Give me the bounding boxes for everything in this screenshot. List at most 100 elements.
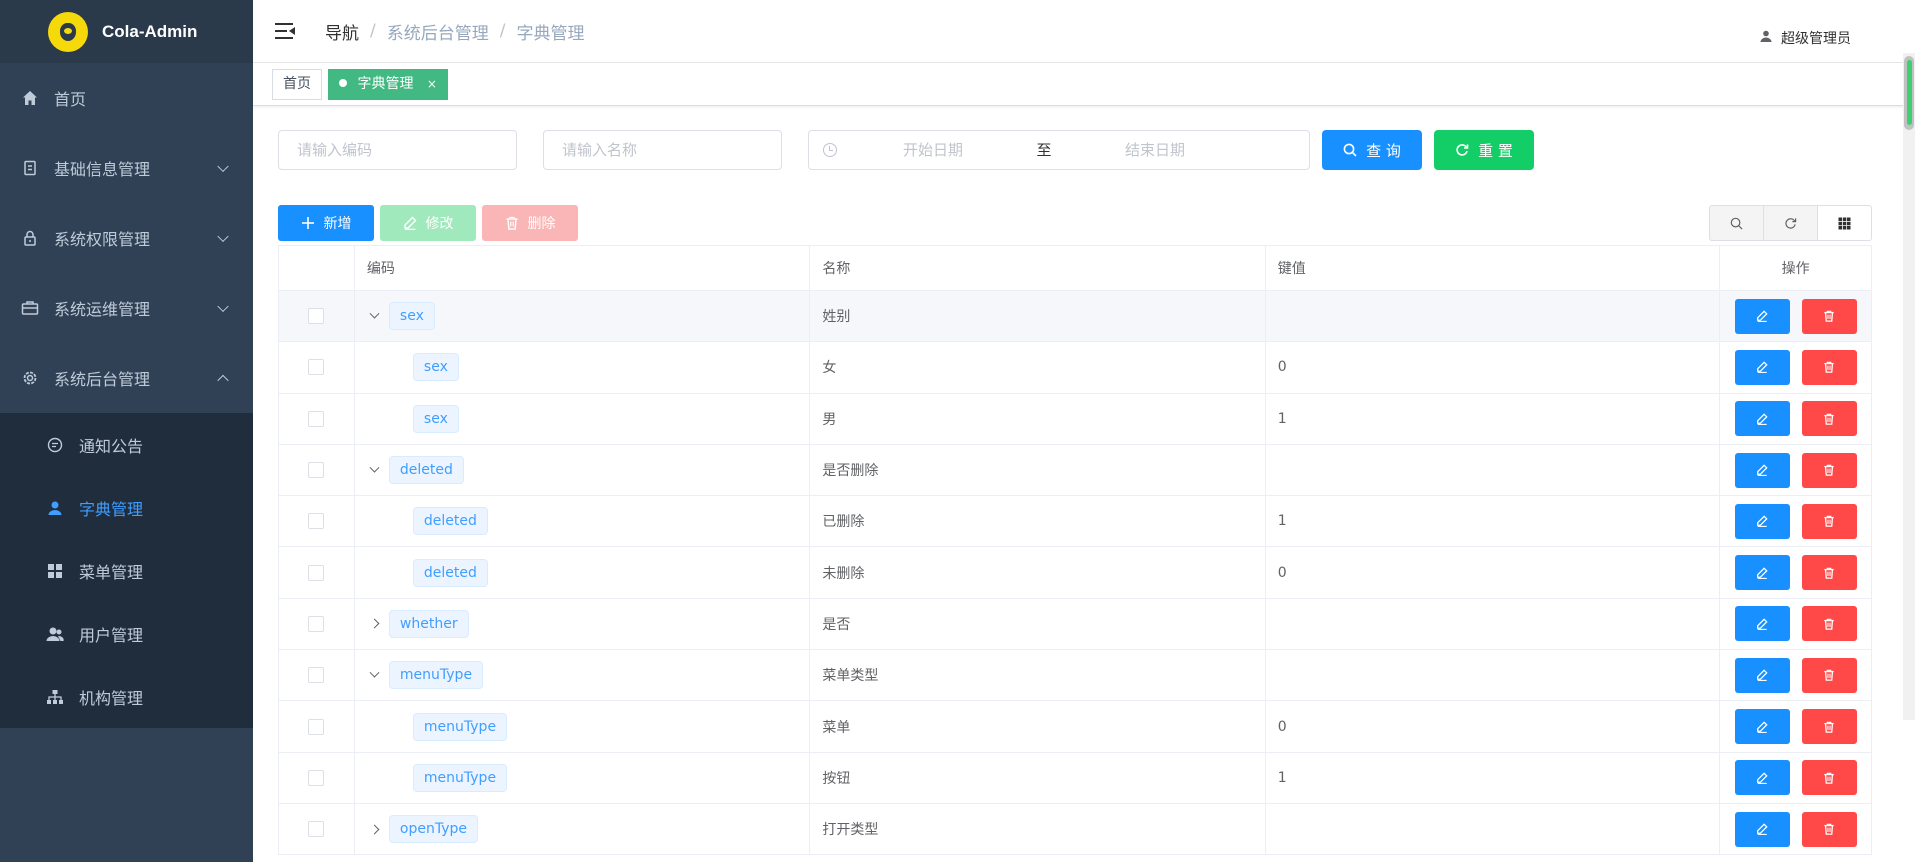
tag-home[interactable]: 首页	[272, 68, 322, 100]
row-checkbox[interactable]	[308, 564, 325, 581]
grid-icon	[1838, 217, 1851, 230]
row-delete-button[interactable]	[1801, 503, 1857, 539]
trash-icon	[1823, 618, 1835, 630]
sidebar-item-home[interactable]: 首页	[0, 63, 253, 133]
ops-cell	[1720, 394, 1871, 444]
code-input[interactable]: 请输入编码	[278, 130, 517, 170]
add-button[interactable]: 新增	[278, 205, 374, 241]
main-area: 导航 / 系统后台管理 / 字典管理 超级管理员 首页 字典管理 × 请输入编码…	[253, 0, 1915, 862]
sidebar-item-permission[interactable]: 系统权限管理	[0, 203, 253, 273]
trash-icon	[1823, 464, 1835, 476]
row-checkbox[interactable]	[308, 615, 325, 632]
sidebar-item-backend[interactable]: 系统后台管理	[0, 343, 253, 413]
query-label: 查 询	[1366, 141, 1401, 160]
close-icon[interactable]: ×	[427, 77, 437, 91]
edit-icon	[1756, 823, 1768, 836]
edit-icon	[1756, 720, 1768, 733]
code-cell: sex	[355, 393, 811, 444]
scrollbar[interactable]	[1903, 53, 1915, 720]
row-checkbox[interactable]	[308, 308, 325, 325]
breadcrumb-item: 字典管理	[516, 23, 585, 44]
row-edit-button[interactable]	[1734, 401, 1790, 437]
code-tag: deleted	[388, 456, 464, 485]
expand-arrow-right-icon[interactable]	[365, 614, 385, 634]
user-menu[interactable]: 超级管理员	[1760, 28, 1851, 48]
row-checkbox[interactable]	[308, 513, 325, 530]
sidebar-item-basic-info[interactable]: 基础信息管理	[0, 133, 253, 203]
sidebar-item-org[interactable]: 机构管理	[0, 665, 253, 728]
row-checkbox[interactable]	[308, 462, 325, 479]
edit-button[interactable]: 修改	[380, 205, 476, 241]
row-delete-button[interactable]	[1801, 709, 1857, 745]
expand-arrow-down-icon[interactable]	[365, 306, 385, 326]
sidebar-item-label: 基础信息管理	[54, 160, 151, 179]
navbar: 导航 / 系统后台管理 / 字典管理 超级管理员	[253, 0, 1915, 63]
row-edit-button[interactable]	[1734, 657, 1790, 693]
query-button[interactable]: 查 询	[1322, 130, 1422, 170]
username: 超级管理员	[1781, 31, 1851, 47]
row-edit-button[interactable]	[1734, 298, 1790, 334]
row-edit-button[interactable]	[1734, 503, 1790, 539]
tag-dict[interactable]: 字典管理 ×	[328, 68, 448, 100]
code-cell: menuType	[355, 650, 811, 701]
row-checkbox[interactable]	[308, 821, 325, 838]
row-checkbox[interactable]	[308, 667, 325, 684]
row-edit-button[interactable]	[1734, 760, 1790, 796]
row-checkbox[interactable]	[308, 718, 325, 735]
expand-arrow-down-icon[interactable]	[365, 665, 385, 685]
row-edit-button[interactable]	[1734, 811, 1790, 847]
row-delete-button[interactable]	[1801, 401, 1857, 437]
row-delete-button[interactable]	[1801, 555, 1857, 591]
start-date-input[interactable]: 开始日期	[837, 131, 1029, 169]
right-toolbar	[1709, 205, 1872, 241]
row-checkbox[interactable]	[308, 410, 325, 427]
row-checkbox[interactable]	[308, 359, 325, 376]
row-edit-button[interactable]	[1734, 452, 1790, 488]
logo[interactable]: Cola-Admin	[0, 0, 253, 63]
code-cell: deleted	[355, 496, 811, 547]
breadcrumb-item[interactable]: 导航	[325, 19, 359, 44]
sidebar-item-notice[interactable]: 通知公告	[0, 413, 253, 476]
row-edit-button[interactable]	[1734, 606, 1790, 642]
row-select	[279, 598, 355, 650]
end-date-input[interactable]: 结束日期	[1059, 131, 1251, 169]
row-delete-button[interactable]	[1801, 298, 1857, 334]
row-delete-button[interactable]	[1801, 760, 1857, 796]
expand-arrow-down-icon[interactable]	[365, 460, 385, 480]
row-delete-button[interactable]	[1801, 452, 1857, 488]
sidebar-item-ops[interactable]: 系统运维管理	[0, 273, 253, 343]
row-checkbox[interactable]	[308, 769, 325, 786]
chevron-down-icon	[217, 300, 229, 313]
table-row: deleted 是否删除	[279, 444, 1871, 497]
grid-icon	[45, 561, 65, 581]
row-delete-button[interactable]	[1801, 606, 1857, 642]
sidebar-item-dict[interactable]: 字典管理	[0, 476, 253, 539]
row-edit-button[interactable]	[1734, 349, 1790, 385]
toggle-search-button[interactable]	[1709, 205, 1764, 241]
row-edit-button[interactable]	[1734, 709, 1790, 745]
table-row: menuType 菜单类型	[279, 650, 1871, 702]
row-edit-button[interactable]	[1734, 555, 1790, 591]
name-cell: 已删除	[810, 496, 1266, 547]
expand-arrow-right-icon[interactable]	[365, 819, 385, 839]
row-delete-button[interactable]	[1801, 349, 1857, 385]
refresh-button[interactable]	[1763, 205, 1818, 241]
sidebar-item-users[interactable]: 用户管理	[0, 602, 253, 665]
message-icon	[45, 435, 65, 455]
ops-cell	[1720, 753, 1871, 803]
value-cell	[1266, 803, 1721, 855]
ops-cell	[1720, 547, 1871, 597]
sidebar-item-menu[interactable]: 菜单管理	[0, 539, 253, 602]
ops-cell	[1720, 445, 1871, 495]
name-input[interactable]: 请输入名称	[543, 130, 782, 170]
breadcrumb-separator: /	[370, 21, 376, 41]
date-range-picker[interactable]: 开始日期 至 结束日期	[808, 130, 1310, 170]
code-tag: whether	[388, 609, 469, 638]
reset-button[interactable]: 重 置	[1434, 130, 1534, 170]
row-delete-button[interactable]	[1801, 811, 1857, 847]
columns-button[interactable]	[1817, 205, 1872, 241]
row-select	[279, 701, 355, 752]
row-delete-button[interactable]	[1801, 657, 1857, 693]
delete-button[interactable]: 删除	[482, 205, 578, 241]
hamburger-icon[interactable]	[275, 22, 297, 40]
